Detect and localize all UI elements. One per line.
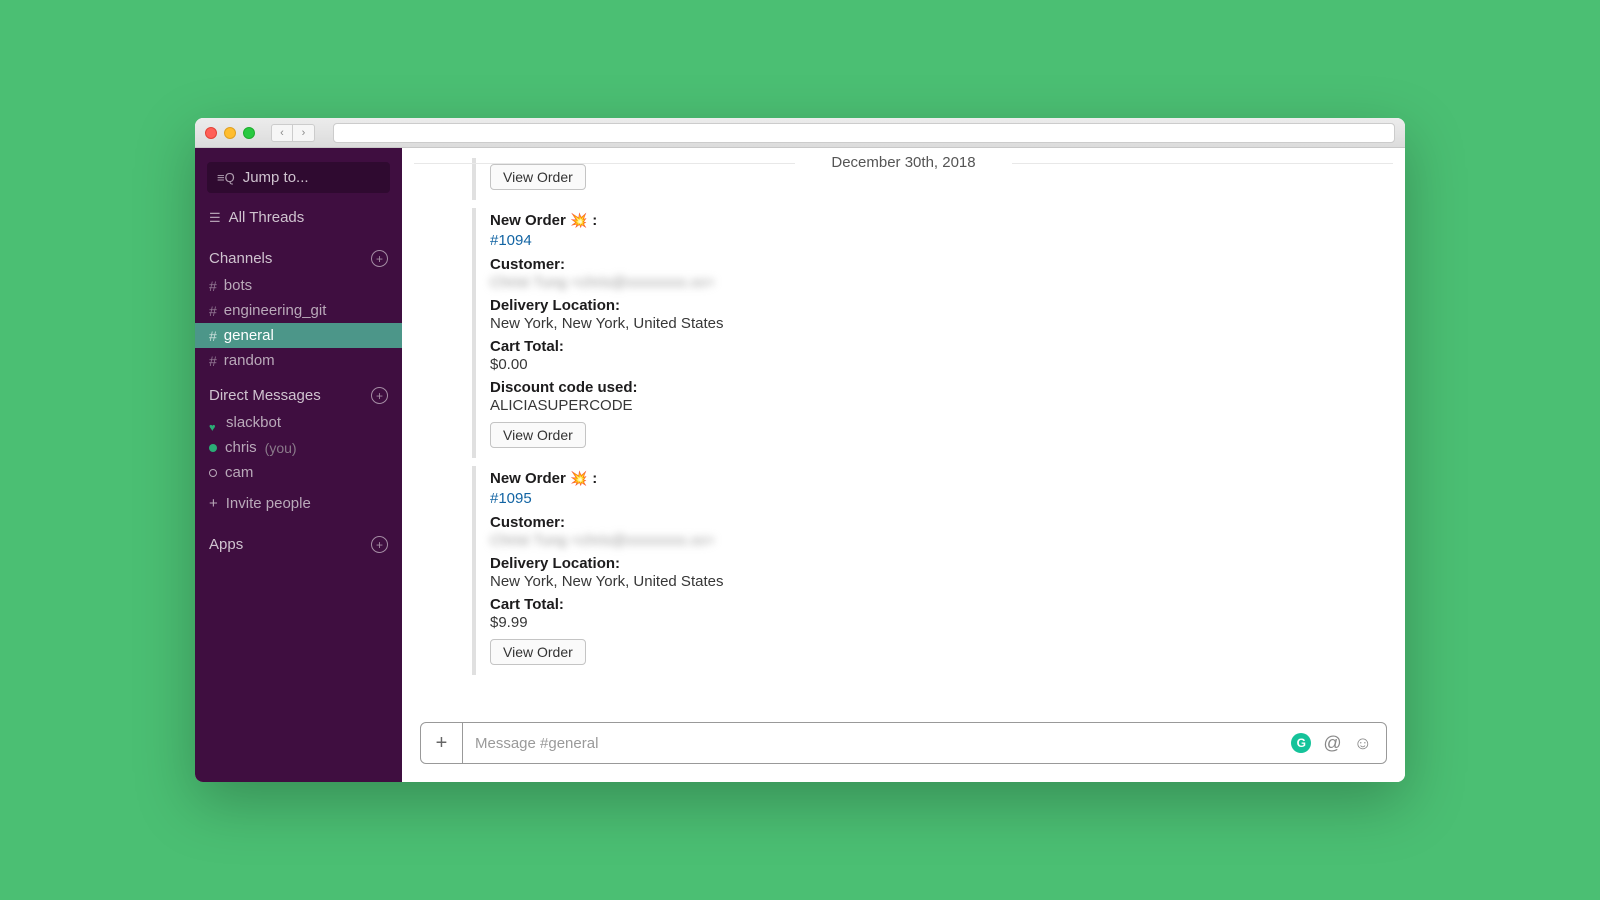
cart-total-label: Cart Total: xyxy=(490,596,1172,613)
jump-to[interactable]: ≡Q Jump to... xyxy=(207,162,390,193)
add-dm-icon[interactable]: + xyxy=(371,387,388,404)
delivery-label: Delivery Location: xyxy=(490,297,1172,314)
search-icon: ≡Q xyxy=(217,170,235,185)
titlebar: ‹ › xyxy=(195,118,1405,148)
order-message: New Order 💥 : #1094 Customer: Christ Tun… xyxy=(472,208,1172,458)
message-composer: + G @ ☺ xyxy=(420,722,1387,764)
all-threads[interactable]: ☰ All Threads xyxy=(195,203,402,236)
dm-name: chris xyxy=(225,439,257,456)
grammarly-icon[interactable]: G xyxy=(1291,733,1311,753)
dm-chris[interactable]: chris (you) xyxy=(195,435,402,460)
view-order-button[interactable]: View Order xyxy=(490,639,586,665)
order-message: New Order 💥 : #1095 Customer: Christ Tun… xyxy=(472,466,1172,675)
customer-label: Customer: xyxy=(490,256,1172,273)
delivery-label: Delivery Location: xyxy=(490,555,1172,572)
add-app-icon[interactable]: + xyxy=(371,536,388,553)
customer-value: Christ Tung <chris@xxxxxxxx.xx> xyxy=(490,274,1172,291)
channel-engineering-git[interactable]: # engineering_git xyxy=(195,298,402,323)
dm-label: Direct Messages xyxy=(209,387,321,404)
presence-icon xyxy=(209,469,217,477)
dm-name: cam xyxy=(225,464,253,481)
channel-label: random xyxy=(224,352,275,369)
new-order-label: New Order xyxy=(490,212,566,229)
discount-value: ALICIASUPERCODE xyxy=(490,397,1172,414)
apps-label: Apps xyxy=(209,536,243,553)
sidebar: ≡Q Jump to... ☰ All Threads Channels + #… xyxy=(195,148,402,782)
channel-random[interactable]: # random xyxy=(195,348,402,373)
cart-total-label: Cart Total: xyxy=(490,338,1172,355)
apps-header: Apps + xyxy=(195,522,402,559)
mention-icon[interactable]: @ xyxy=(1323,733,1341,754)
you-label: (you) xyxy=(265,440,297,456)
channels-header: Channels + xyxy=(195,236,402,273)
delivery-value: New York, New York, United States xyxy=(490,315,1172,332)
dm-header: Direct Messages + xyxy=(195,373,402,410)
channel-label: engineering_git xyxy=(224,302,327,319)
forward-button[interactable]: › xyxy=(293,124,315,142)
message-scroll[interactable]: December 30th, 2018 View Order New Order… xyxy=(402,148,1405,722)
window-controls xyxy=(205,127,255,139)
channel-label: general xyxy=(224,327,274,344)
add-channel-icon[interactable]: + xyxy=(371,250,388,267)
attach-button[interactable]: + xyxy=(421,723,463,763)
delivery-value: New York, New York, United States xyxy=(490,573,1172,590)
message-input[interactable] xyxy=(463,735,1291,752)
presence-icon xyxy=(209,444,217,452)
hash-icon: # xyxy=(209,303,217,319)
channels-label: Channels xyxy=(209,250,272,267)
minimize-icon[interactable] xyxy=(224,127,236,139)
collision-icon: 💥 xyxy=(570,212,587,228)
new-order-label: New Order xyxy=(490,470,566,487)
date-divider: December 30th, 2018 xyxy=(402,154,1405,171)
invite-people[interactable]: + Invite people xyxy=(195,485,402,522)
hash-icon: # xyxy=(209,353,217,369)
maximize-icon[interactable] xyxy=(243,127,255,139)
collision-icon: 💥 xyxy=(570,470,587,486)
app-window: ‹ › ≡Q Jump to... ☰ All Threads Channels… xyxy=(195,118,1405,782)
plus-icon: + xyxy=(209,495,218,512)
hash-icon: # xyxy=(209,278,217,294)
url-bar[interactable] xyxy=(333,123,1395,143)
presence-icon xyxy=(209,418,218,427)
channel-bots[interactable]: # bots xyxy=(195,273,402,298)
hash-icon: # xyxy=(209,328,217,344)
threads-icon: ☰ xyxy=(209,210,221,226)
channel-general[interactable]: # general xyxy=(195,323,402,348)
main-pane: December 30th, 2018 View Order New Order… xyxy=(402,148,1405,782)
cart-total-value: $0.00 xyxy=(490,356,1172,373)
discount-label: Discount code used: xyxy=(490,379,1172,396)
emoji-icon[interactable]: ☺ xyxy=(1354,733,1372,754)
channel-label: bots xyxy=(224,277,252,294)
order-link[interactable]: #1094 xyxy=(490,232,532,249)
cart-total-value: $9.99 xyxy=(490,614,1172,631)
invite-label: Invite people xyxy=(226,495,311,512)
nav-buttons: ‹ › xyxy=(271,124,315,142)
dm-slackbot[interactable]: slackbot xyxy=(195,410,402,435)
dm-name: slackbot xyxy=(226,414,281,431)
jump-to-label: Jump to... xyxy=(243,169,309,186)
customer-label: Customer: xyxy=(490,514,1172,531)
dm-cam[interactable]: cam xyxy=(195,460,402,485)
close-icon[interactable] xyxy=(205,127,217,139)
view-order-button[interactable]: View Order xyxy=(490,422,586,448)
customer-value: Christ Tung <chris@xxxxxxxx.xx> xyxy=(490,532,1172,549)
back-button[interactable]: ‹ xyxy=(271,124,293,142)
all-threads-label: All Threads xyxy=(229,209,305,226)
order-link[interactable]: #1095 xyxy=(490,490,532,507)
